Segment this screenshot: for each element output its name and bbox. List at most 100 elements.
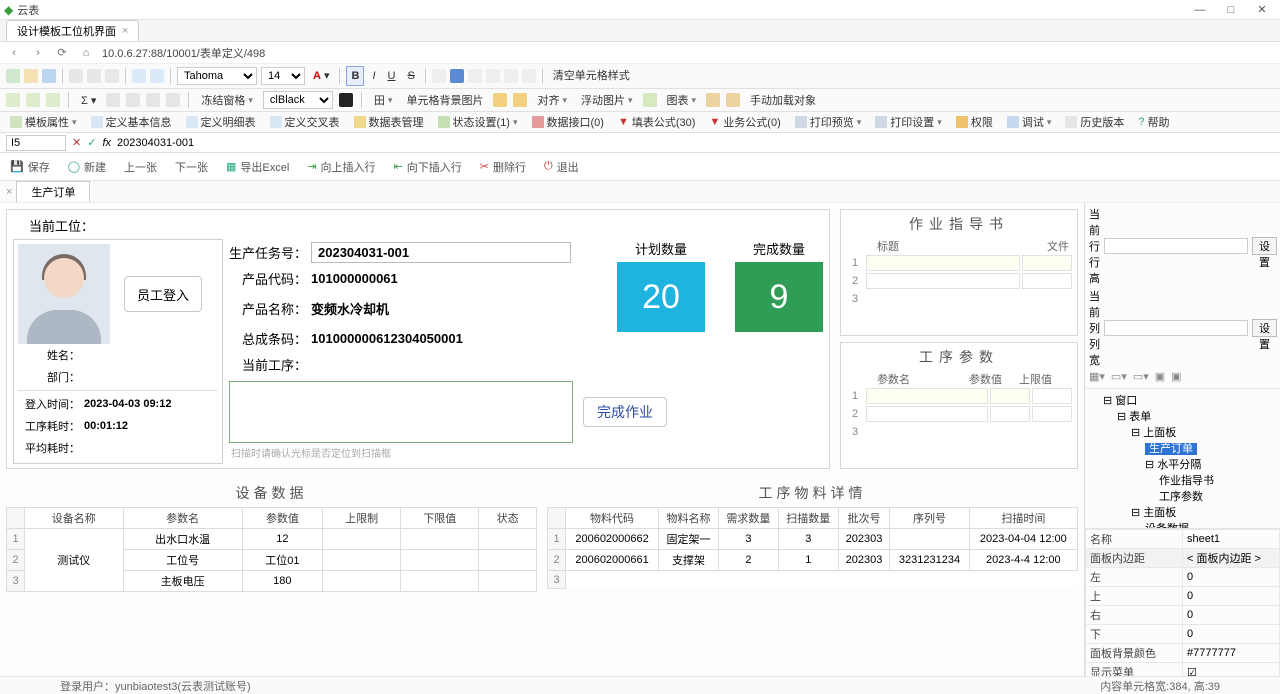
float-image-button[interactable]: 浮动图片 bbox=[577, 92, 637, 108]
align-center-icon[interactable] bbox=[450, 69, 464, 83]
toolbar-icon[interactable]: ▦▾ bbox=[1089, 370, 1105, 383]
home-icon[interactable]: ⌂ bbox=[78, 45, 94, 61]
biz-formula-button[interactable]: ▼业务公式(0) bbox=[705, 114, 784, 130]
cancel-icon[interactable]: ✕ bbox=[72, 136, 81, 149]
list-item[interactable]: 2 bbox=[841, 405, 1077, 423]
device-data-table[interactable]: 设备名称参数名参数值上限制下限值状态 1测试仪出水口水温12 2工位号工位01 … bbox=[6, 507, 537, 592]
status-setting-button[interactable]: 状态设置(1) bbox=[434, 114, 522, 130]
align-bottom-icon[interactable] bbox=[522, 69, 536, 83]
sigma-button[interactable]: Σ ▾ bbox=[77, 94, 100, 107]
print-preview-button[interactable]: 打印预览 bbox=[791, 114, 866, 130]
scan-input[interactable] bbox=[229, 381, 573, 443]
sheet-tab[interactable]: 生产订单 bbox=[16, 181, 90, 202]
next-button[interactable]: 下一张 bbox=[175, 159, 208, 175]
shape-icon[interactable] bbox=[643, 93, 657, 107]
list-item[interactable]: 3 bbox=[841, 423, 1077, 441]
window-minimize[interactable]: — bbox=[1186, 4, 1214, 16]
col-width-input[interactable] bbox=[1104, 320, 1248, 336]
window-close[interactable]: ✕ bbox=[1248, 3, 1276, 16]
grid2-icon[interactable] bbox=[26, 93, 40, 107]
insert-row-above-button[interactable]: ⇥向上插入行 bbox=[307, 159, 375, 175]
list-item[interactable]: 1 bbox=[841, 387, 1077, 405]
clear-format-button[interactable]: 清空单元格样式 bbox=[549, 67, 634, 85]
toolbar-icon[interactable]: ▣ bbox=[1155, 370, 1165, 383]
font-size-select[interactable]: 14 bbox=[261, 67, 305, 85]
refresh-icon[interactable]: ⟳ bbox=[54, 45, 70, 61]
undo-icon[interactable] bbox=[132, 69, 146, 83]
delete-row-button[interactable]: ✂删除行 bbox=[480, 159, 526, 175]
font-family-select[interactable]: Tahoma bbox=[177, 67, 257, 85]
prev-button[interactable]: 上一张 bbox=[124, 159, 157, 175]
employee-login-button[interactable]: 员工登入 bbox=[124, 276, 202, 312]
material-table[interactable]: 物料代码物料名称需求数量扫描数量批次号序列号扫描时间 1200602000662… bbox=[547, 507, 1078, 589]
list-item[interactable]: 2 bbox=[841, 272, 1077, 290]
border-button[interactable]: 田 bbox=[370, 92, 397, 108]
strike-button[interactable]: S bbox=[403, 67, 418, 85]
complete-job-button[interactable]: 完成作业 bbox=[583, 397, 667, 427]
task-no-value[interactable]: 202304031-001 bbox=[311, 242, 571, 263]
fx-icon[interactable]: fx bbox=[102, 137, 111, 149]
wrap-icon[interactable] bbox=[146, 93, 160, 107]
accept-icon[interactable]: ✓ bbox=[87, 136, 96, 149]
data-mgr-button[interactable]: 数据表管理 bbox=[350, 114, 428, 130]
manual-load-button[interactable]: 手动加载对象 bbox=[746, 92, 820, 108]
formula-value[interactable]: 202304031-001 bbox=[117, 137, 1274, 149]
debug-button[interactable]: 调试 bbox=[1003, 114, 1056, 130]
property-grid[interactable]: 名称sheet1面板内边距< 面板内边距 >左0上0右0下0面板背景颜色#777… bbox=[1085, 529, 1280, 677]
obj2-icon[interactable] bbox=[726, 93, 740, 107]
window-maximize[interactable]: □ bbox=[1217, 4, 1245, 16]
close-sheet-icon[interactable]: × bbox=[6, 186, 12, 198]
cell-bg-img-button[interactable]: 单元格背景图片 bbox=[402, 92, 487, 108]
align-middle-icon[interactable] bbox=[504, 69, 518, 83]
base-info-button[interactable]: 定义基本信息 bbox=[87, 114, 176, 130]
new-icon[interactable] bbox=[6, 69, 20, 83]
back-icon[interactable]: ‹ bbox=[6, 45, 22, 61]
split-icon[interactable] bbox=[126, 93, 140, 107]
align-left-icon[interactable] bbox=[432, 69, 446, 83]
freeze-panes-button[interactable]: 冻结窗格 bbox=[197, 92, 257, 108]
data-interface-button[interactable]: 数据接口(0) bbox=[528, 114, 608, 130]
col-width-set-button[interactable]: 设置 bbox=[1252, 319, 1277, 337]
align-top-icon[interactable] bbox=[486, 69, 500, 83]
exit-button[interactable]: ⏻退出 bbox=[544, 159, 579, 175]
save-button[interactable]: 💾保存 bbox=[10, 159, 50, 175]
cut-icon[interactable] bbox=[69, 69, 83, 83]
row-height-set-button[interactable]: 设置 bbox=[1252, 237, 1277, 255]
template-prop-button[interactable]: 模板属性 bbox=[6, 114, 81, 130]
font-color-button[interactable]: A▾ bbox=[309, 67, 333, 85]
align-button[interactable]: 对齐 bbox=[533, 92, 571, 108]
forward-icon[interactable]: › bbox=[30, 45, 46, 61]
cell-ref-input[interactable] bbox=[6, 135, 66, 151]
detail-table-button[interactable]: 定义明细表 bbox=[182, 114, 260, 130]
toolbar-icon[interactable]: ▭▾ bbox=[1133, 370, 1149, 383]
open-icon[interactable] bbox=[24, 69, 38, 83]
close-icon[interactable]: × bbox=[122, 25, 128, 37]
img-icon[interactable] bbox=[493, 93, 507, 107]
toolbar-icon[interactable]: ▣ bbox=[1171, 370, 1181, 383]
redo-icon[interactable] bbox=[150, 69, 164, 83]
chart-button[interactable]: 图表 bbox=[663, 92, 701, 108]
print-setting-button[interactable]: 打印设置 bbox=[871, 114, 946, 130]
fill-formula-button[interactable]: ▼填表公式(30) bbox=[614, 114, 699, 130]
history-button[interactable]: 历史版本 bbox=[1061, 114, 1128, 130]
list-item[interactable]: 1 bbox=[841, 254, 1077, 272]
row-height-input[interactable] bbox=[1104, 238, 1248, 254]
address-bar[interactable]: 10.0.6.27:88/10001/表单定义/498 bbox=[102, 45, 265, 61]
bold-button[interactable]: B bbox=[346, 66, 364, 86]
align-right-icon[interactable] bbox=[468, 69, 482, 83]
merge-icon[interactable] bbox=[106, 93, 120, 107]
fillcolor-icon[interactable] bbox=[339, 93, 353, 107]
insert-row-below-button[interactable]: ⇤向下插入行 bbox=[394, 159, 462, 175]
crossref-button[interactable]: 定义交叉表 bbox=[266, 114, 344, 130]
color-name-select[interactable]: clBlack bbox=[263, 91, 333, 109]
grid3-icon[interactable] bbox=[46, 93, 60, 107]
img2-icon[interactable] bbox=[513, 93, 527, 107]
save-icon[interactable] bbox=[42, 69, 56, 83]
export-excel-button[interactable]: ▦导出Excel bbox=[226, 159, 289, 175]
list-item[interactable]: 3 bbox=[841, 290, 1077, 308]
obj1-icon[interactable] bbox=[706, 93, 720, 107]
paste-icon[interactable] bbox=[105, 69, 119, 83]
underline-button[interactable]: U bbox=[384, 67, 400, 85]
grid-icon[interactable] bbox=[6, 93, 20, 107]
toolbar-icon[interactable]: ▭▾ bbox=[1111, 370, 1127, 383]
